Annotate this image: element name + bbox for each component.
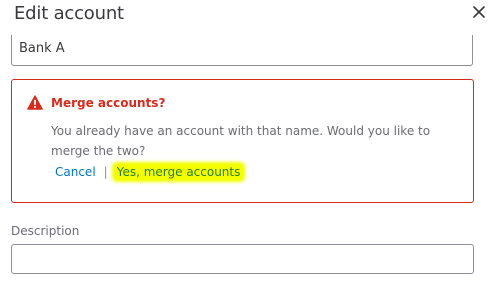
alert-message: You already have an account with that na…: [51, 124, 431, 158]
alert-title: Merge accounts?: [51, 96, 166, 110]
merge-accounts-link[interactable]: Yes, merge accounts: [113, 164, 244, 180]
warning-icon: [27, 95, 43, 110]
merge-accounts-alert: Merge accounts? You already have an acco…: [11, 79, 474, 203]
alert-actions: Cancel | Yes, merge accounts: [55, 163, 244, 181]
description-input[interactable]: [11, 244, 474, 274]
edit-account-dialog: Edit account Merge accounts? You already…: [0, 0, 488, 291]
cancel-link[interactable]: Cancel: [55, 165, 96, 179]
close-icon[interactable]: [472, 5, 488, 23]
dialog-title: Edit account: [14, 3, 124, 24]
account-name-input[interactable]: [11, 35, 473, 66]
description-label: Description: [11, 224, 80, 238]
separator: |: [103, 165, 108, 179]
